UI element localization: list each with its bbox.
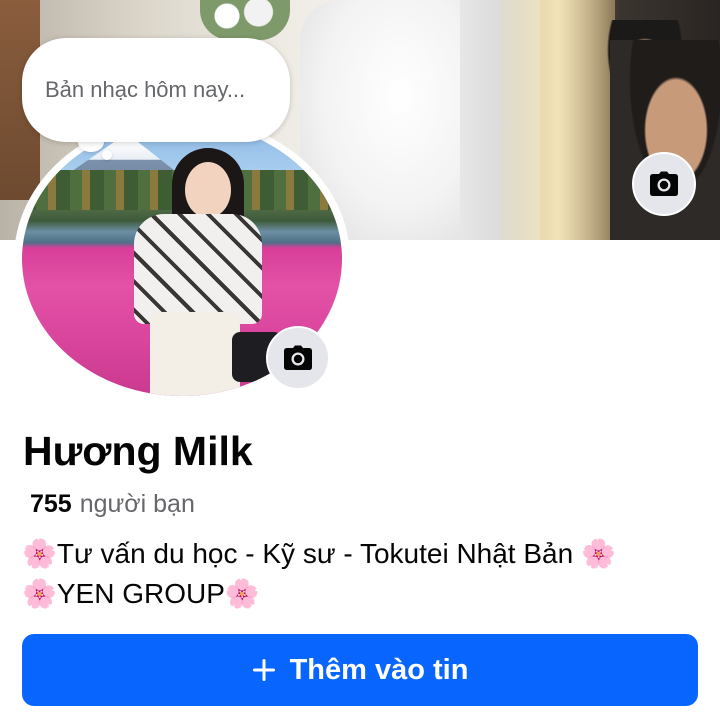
edit-cover-photo-button[interactable] — [632, 152, 696, 216]
friends-label: người bạn — [79, 490, 195, 518]
profile-name: Hương Milk — [23, 428, 253, 474]
note-placeholder: Bản nhạc hôm nay... — [45, 77, 246, 102]
camera-icon — [284, 345, 312, 370]
avatar-photo-detail — [185, 162, 231, 218]
bio-line-2: 🌸YEN GROUP🌸 — [22, 578, 260, 609]
avatar-photo-detail — [134, 214, 262, 324]
profile-bio: 🌸Tư vấn du học - Kỹ sư - Tokutei Nhật Bả… — [22, 534, 702, 614]
bio-line-1: 🌸Tư vấn du học - Kỹ sư - Tokutei Nhật Bả… — [22, 538, 616, 569]
note-bubble[interactable]: Bản nhạc hôm nay... — [22, 38, 290, 142]
avatar-photo-detail — [150, 312, 240, 396]
friends-count-link[interactable]: 755 người bạn — [30, 490, 195, 519]
profile-page: Bản nhạc hôm nay... Hương Milk 755 người … — [0, 0, 720, 720]
add-to-story-label: Thêm vào tin — [289, 653, 469, 686]
camera-icon — [650, 171, 678, 196]
add-to-story-button[interactable]: Thêm vào tin — [22, 634, 698, 706]
cover-photo-detail — [500, 0, 615, 240]
plus-icon — [252, 652, 276, 688]
friends-count: 755 — [30, 490, 72, 518]
cover-photo-detail — [200, 0, 290, 40]
note-bubble-tail — [102, 150, 112, 160]
edit-avatar-button[interactable] — [266, 326, 330, 390]
